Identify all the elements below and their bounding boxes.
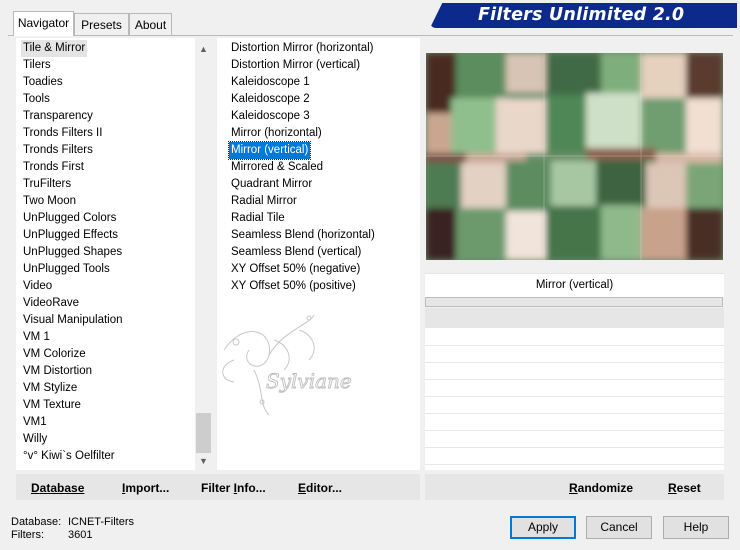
reset-button-mnemonic: R [668, 481, 677, 495]
apply-button[interactable]: Apply [510, 516, 576, 539]
filter-item[interactable]: Seamless Blend (horizontal) [229, 227, 377, 244]
category-item[interactable]: Tronds Filters II [21, 125, 104, 142]
category-item[interactable]: VM Colorize [21, 346, 88, 363]
category-item[interactable]: Tronds First [21, 159, 86, 176]
filter-item[interactable]: Kaleidoscope 1 [229, 74, 312, 91]
category-item[interactable]: Two Moon [21, 193, 78, 210]
filters-count-value: 3601 [68, 529, 93, 541]
randomize-button-label: andomize [577, 481, 634, 495]
parameter-header [425, 308, 724, 328]
category-item[interactable]: Tilers [21, 57, 53, 74]
parameter-row-divider [425, 345, 724, 346]
category-item[interactable]: Tools [21, 91, 52, 108]
category-item[interactable]: Video [21, 278, 54, 295]
scroll-thumb[interactable] [196, 413, 211, 453]
database-button-mnemonic: D [31, 481, 40, 495]
filter-item[interactable]: Mirrored & Scaled [229, 159, 325, 176]
category-item[interactable]: UnPlugged Tools [21, 261, 112, 278]
database-status-value: ICNET-Filters [68, 516, 134, 528]
filter-item[interactable]: XY Offset 50% (positive) [229, 278, 358, 295]
category-item[interactable]: UnPlugged Shapes [21, 244, 124, 261]
parameter-row-divider [425, 362, 724, 363]
parameter-row-divider [425, 447, 724, 448]
parameter-row-divider [425, 379, 724, 380]
category-item[interactable]: Toadies [21, 74, 65, 91]
filter-item[interactable]: Mirror (vertical) [227, 141, 312, 160]
editor-button[interactable]: Editor... [298, 481, 342, 495]
category-item[interactable]: Tronds Filters [21, 142, 95, 159]
category-item[interactable]: TruFilters [21, 176, 73, 193]
filter-item[interactable]: Kaleidoscope 2 [229, 91, 312, 108]
scroll-up-icon[interactable]: ▲ [195, 41, 212, 58]
sylviane-watermark-logo: Sylviane [222, 314, 352, 416]
filter-item[interactable]: Distortion Mirror (horizontal) [229, 40, 376, 57]
category-list[interactable]: Tile & Mirror Tilers Toadies Tools Transpare… [16, 38, 212, 470]
cancel-button[interactable]: Cancel [586, 516, 652, 539]
randomize-button-mnemonic: R [569, 481, 578, 495]
reset-button-label: eset [676, 481, 701, 495]
filter-info-button-prefix: Filter [201, 481, 234, 495]
help-button[interactable]: Help [663, 516, 729, 539]
category-item[interactable]: UnPlugged Colors [21, 210, 118, 227]
filter-info-button-label: nfo... [237, 481, 266, 495]
parameter-area [425, 328, 724, 470]
database-status-label: Database: [11, 516, 62, 528]
database-button-label: atabase [39, 481, 85, 495]
filter-item[interactable]: Kaleidoscope 3 [229, 108, 312, 125]
category-item[interactable]: VM Texture [21, 397, 83, 414]
progress-bar [425, 297, 723, 307]
scroll-down-icon[interactable]: ▼ [195, 453, 212, 470]
category-item[interactable]: VM1 [21, 414, 49, 431]
category-item[interactable]: Transparency [21, 108, 95, 125]
filter-item[interactable]: XY Offset 50% (negative) [229, 261, 362, 278]
editor-button-mnemonic: E [298, 481, 307, 495]
category-item[interactable]: Tile & Mirror [21, 40, 88, 57]
database-button[interactable]: Database [31, 481, 84, 495]
parameter-row-divider [425, 413, 724, 414]
category-item[interactable]: °v° Kiwi`s Oelfilter [21, 448, 117, 465]
filter-item[interactable]: Distortion Mirror (vertical) [229, 57, 362, 74]
category-item[interactable]: Willy [21, 431, 49, 448]
filter-info-button[interactable]: Filter Info... [201, 481, 266, 495]
filter-item[interactable]: Radial Mirror [229, 193, 299, 210]
filter-item[interactable]: Seamless Blend (vertical) [229, 244, 363, 261]
category-item[interactable]: Visual Manipulation [21, 312, 125, 329]
parameter-row-divider [425, 396, 724, 397]
category-item[interactable]: VM 1 [21, 329, 52, 346]
category-item[interactable]: VM Distortion [21, 363, 94, 380]
filter-item[interactable]: Quadrant Mirror [229, 176, 314, 193]
selected-filter-name: Mirror (vertical) [425, 273, 724, 297]
parameter-row-divider [425, 430, 724, 431]
filters-count-label: Filters: [11, 529, 44, 541]
reset-button[interactable]: Reset [668, 481, 701, 495]
tab-presets[interactable]: Presets [74, 13, 129, 35]
app-title: Filters Unlimited 2.0 [478, 5, 685, 25]
watermark-text: Sylviane [266, 369, 352, 393]
tab-navigator[interactable]: Navigator [13, 11, 74, 36]
category-item[interactable]: UnPlugged Effects [21, 227, 120, 244]
import-button[interactable]: Import... [122, 481, 169, 495]
editor-button-label: ditor... [306, 481, 343, 495]
import-button-label: mport... [125, 481, 170, 495]
filter-item[interactable]: Radial Tile [229, 210, 287, 227]
filter-item[interactable]: Mirror (horizontal) [229, 125, 324, 142]
parameter-row-divider [425, 464, 724, 465]
category-scrollbar[interactable] [195, 38, 212, 470]
category-item[interactable]: VM Stylize [21, 380, 79, 397]
tab-about[interactable]: About [129, 13, 172, 35]
preview-image [426, 53, 723, 260]
category-item[interactable]: VideoRave [21, 295, 81, 312]
randomize-button[interactable]: Randomize [569, 481, 633, 495]
